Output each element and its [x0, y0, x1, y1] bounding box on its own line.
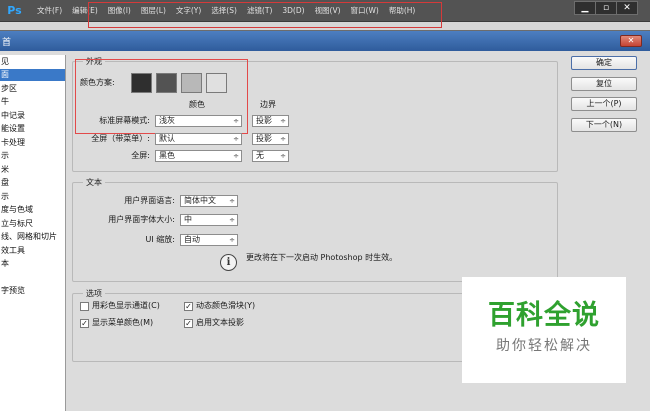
- ui-language-label: 用户界面语言:: [124, 196, 175, 205]
- select-caret-icon: ÷: [233, 135, 239, 143]
- full-screen-menus-border-value: 投影: [256, 134, 272, 143]
- ui-scaling-label: UI 缩放:: [145, 235, 175, 244]
- color-scheme-swatch-dark[interactable]: [156, 73, 177, 93]
- standard-screen-color-select[interactable]: 浅灰 ÷: [155, 115, 242, 127]
- menu-3d[interactable]: 3D(D): [277, 0, 309, 22]
- color-channels-checkbox[interactable]: [80, 302, 89, 311]
- ui-font-size-value: 中: [184, 215, 192, 224]
- select-caret-icon: ÷: [233, 117, 239, 125]
- select-caret-icon: ÷: [280, 152, 286, 160]
- standard-screen-mode-label: 标准屏幕模式:: [99, 116, 150, 125]
- ui-scaling-select[interactable]: 自动 ÷: [180, 234, 238, 246]
- text-group-title: 文本: [83, 177, 105, 188]
- color-channels-label: 用彩色显示通道(C): [92, 301, 160, 310]
- full-screen-color-value: 黑色: [159, 151, 175, 160]
- select-caret-icon: ÷: [280, 117, 286, 125]
- full-screen-color-select[interactable]: 黑色 ÷: [155, 150, 242, 162]
- category-item[interactable]: 线、网格和切片: [0, 231, 65, 243]
- select-caret-icon: ÷: [280, 135, 286, 143]
- category-item[interactable]: 能设置: [0, 123, 65, 135]
- menu-view[interactable]: 视图(V): [310, 0, 346, 22]
- color-scheme-swatch-light[interactable]: [181, 73, 202, 93]
- category-item[interactable]: [0, 272, 65, 284]
- menu-window[interactable]: 窗口(W): [346, 0, 384, 22]
- category-item[interactable]: 字预览: [0, 285, 65, 297]
- select-caret-icon: ÷: [233, 152, 239, 160]
- watermark-subtitle: 助你轻松解决: [496, 338, 592, 354]
- full-screen-label: 全屏:: [131, 151, 150, 160]
- color-scheme-swatch-lightest[interactable]: [206, 73, 227, 93]
- options-group-title: 选项: [83, 288, 105, 299]
- color-scheme-swatch-darkest[interactable]: [131, 73, 152, 93]
- app-menu-bar: Ps 文件(F) 编辑(E) 图像(I) 图层(L) 文字(Y) 选择(S) 滤…: [0, 0, 650, 22]
- color-scheme-label: 颜色方案:: [80, 78, 115, 87]
- select-caret-icon: ÷: [229, 216, 235, 224]
- menu-filter[interactable]: 滤镜(T): [242, 0, 277, 22]
- menu-image[interactable]: 图像(I): [103, 0, 136, 22]
- next-button[interactable]: 下一个(N): [571, 118, 637, 132]
- restart-notice-text: 更改将在下一次启动 Photoshop 时生效。: [246, 253, 398, 262]
- menu-layer[interactable]: 图层(L): [136, 0, 171, 22]
- standard-screen-color-value: 浅灰: [159, 116, 175, 125]
- category-item[interactable]: 见: [0, 56, 65, 68]
- full-screen-border-value: 无: [256, 151, 264, 160]
- info-icon: i: [220, 254, 237, 271]
- ui-language-value: 简体中文: [184, 196, 216, 205]
- full-screen-with-menus-label: 全屏（带菜单）:: [91, 134, 150, 143]
- category-item[interactable]: 卡处理: [0, 137, 65, 149]
- full-screen-menus-color-select[interactable]: 默认 ÷: [155, 133, 242, 145]
- text-drop-shadow-checkbox[interactable]: ✓: [184, 319, 193, 328]
- select-caret-icon: ÷: [229, 197, 235, 205]
- ok-button[interactable]: 确定: [571, 56, 637, 70]
- dynamic-color-sliders-checkbox[interactable]: ✓: [184, 302, 193, 311]
- menu-type[interactable]: 文字(Y): [171, 0, 206, 22]
- column-header-color: 颜色: [189, 100, 205, 109]
- maximize-button[interactable]: ▫: [595, 1, 617, 15]
- dialog-title: 首: [2, 38, 12, 48]
- full-screen-border-select[interactable]: 无 ÷: [252, 150, 289, 162]
- appearance-group-title: 外观: [83, 56, 105, 67]
- ui-font-size-label: 用户界面字体大小:: [108, 215, 175, 224]
- dialog-title-bar: 首 ✕: [0, 31, 650, 51]
- watermark-title: 百科全说: [488, 300, 600, 331]
- dynamic-color-sliders-label: 动态颜色滑块(Y): [196, 301, 256, 310]
- category-item[interactable]: 效工具: [0, 245, 65, 257]
- category-item[interactable]: 步区: [0, 83, 65, 95]
- category-item[interactable]: 盘: [0, 177, 65, 189]
- category-item[interactable]: 示: [0, 191, 65, 203]
- category-item[interactable]: 度与色域: [0, 204, 65, 216]
- main-menu: 文件(F) 编辑(E) 图像(I) 图层(L) 文字(Y) 选择(S) 滤镜(T…: [32, 0, 420, 22]
- ui-language-select[interactable]: 简体中文 ÷: [180, 195, 238, 207]
- category-item[interactable]: 牛: [0, 96, 65, 108]
- category-item[interactable]: 本: [0, 258, 65, 270]
- menu-select[interactable]: 选择(S): [206, 0, 242, 22]
- watermark-logo: 百科全说 助你轻松解决: [462, 277, 626, 383]
- show-menu-colors-label: 显示菜单颜色(M): [92, 318, 154, 327]
- category-item-interface[interactable]: 面: [0, 69, 65, 81]
- show-menu-colors-checkbox[interactable]: ✓: [80, 319, 89, 328]
- photoshop-logo: Ps: [7, 4, 22, 17]
- previous-button[interactable]: 上一个(P): [571, 97, 637, 111]
- full-screen-menus-border-select[interactable]: 投影 ÷: [252, 133, 289, 145]
- menu-file[interactable]: 文件(F): [32, 0, 67, 22]
- minimize-button[interactable]: ▁: [574, 1, 596, 15]
- select-caret-icon: ÷: [229, 236, 235, 244]
- full-screen-menus-color-value: 默认: [159, 134, 175, 143]
- ui-font-size-select[interactable]: 中 ÷: [180, 214, 238, 226]
- text-drop-shadow-label: 启用文本投影: [196, 318, 244, 327]
- category-list: 见 面 步区 牛 中记录 能设置 卡处理 示 米 盘 示 度与色域 立与标尺 线…: [0, 55, 66, 411]
- dialog-close-button[interactable]: ✕: [620, 35, 642, 47]
- menu-help[interactable]: 帮助(H): [384, 0, 421, 22]
- reset-button[interactable]: 复位: [571, 77, 637, 91]
- category-item[interactable]: 立与标尺: [0, 218, 65, 230]
- menu-edit[interactable]: 编辑(E): [67, 0, 103, 22]
- close-window-button[interactable]: ✕: [616, 1, 638, 15]
- category-item[interactable]: 米: [0, 164, 65, 176]
- ui-scaling-value: 自动: [184, 235, 200, 244]
- standard-screen-border-select[interactable]: 投影 ÷: [252, 115, 289, 127]
- column-header-border: 边界: [260, 100, 276, 109]
- category-item[interactable]: 中记录: [0, 110, 65, 122]
- category-item[interactable]: 示: [0, 150, 65, 162]
- standard-screen-border-value: 投影: [256, 116, 272, 125]
